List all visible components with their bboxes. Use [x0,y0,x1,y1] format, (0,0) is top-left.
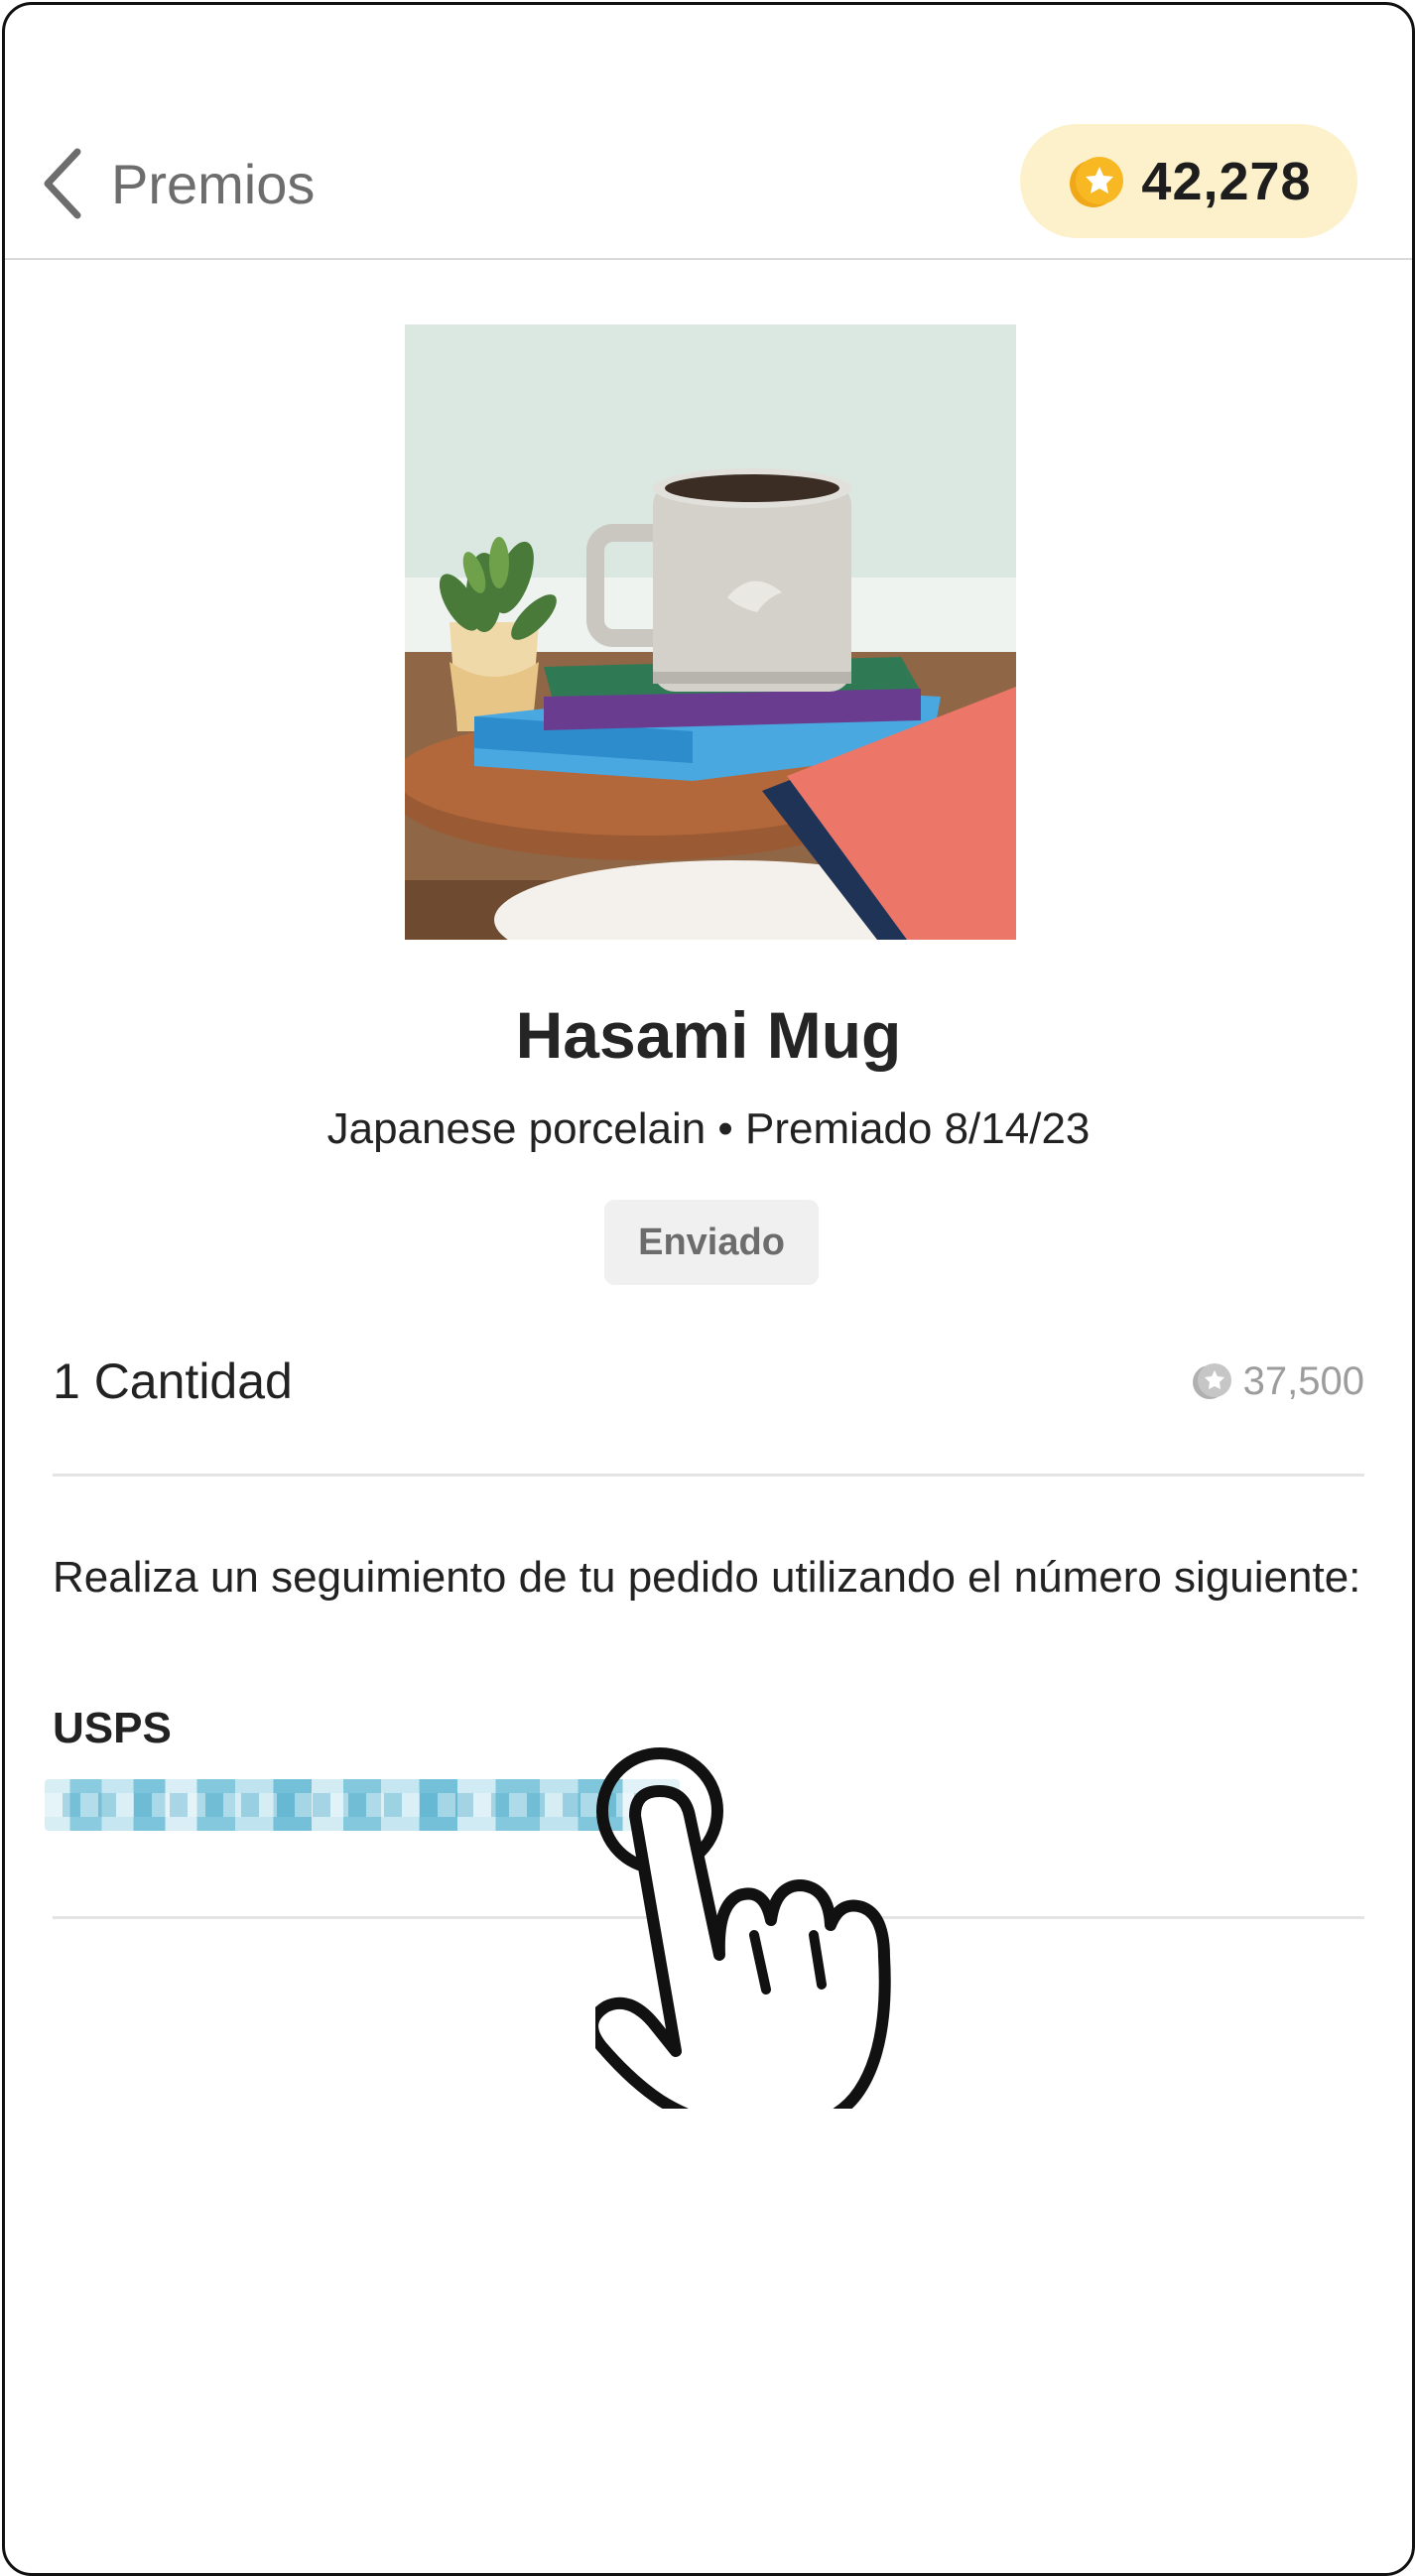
points-value: 42,278 [1141,151,1312,211]
quantity-label: 1 Cantidad [53,1353,293,1409]
coin-icon [1070,156,1124,207]
coin-icon [1192,1363,1231,1399]
carrier-label: USPS [53,1704,172,1752]
tracking-number-link[interactable] [45,1779,680,1831]
points-balance[interactable]: 42,278 [1020,124,1357,238]
product-image [405,324,1016,940]
tracking-instructions: Realiza un seguimiento de tu pedido util… [53,1553,1361,1602]
divider [53,1916,1364,1919]
item-cost-value: 37,500 [1242,1358,1364,1403]
chevron-left-icon [44,148,81,219]
top-bar: Premios 42,278 [5,5,1412,260]
phone-frame: Premios 42,278 Hasami Mug Japanese porce… [2,2,1415,2576]
product-subtitle: Japanese porcelain • Premiado 8/14/23 [326,1104,1091,1153]
back-label: Premios [111,152,316,215]
product-title: Hasami Mug [515,998,902,1072]
quantity-row: 1 Cantidad 37,500 [53,1345,1364,1477]
back-button[interactable]: Premios [40,144,315,223]
status-badge: Enviado [604,1200,819,1285]
item-cost: 37,500 [1190,1358,1364,1404]
